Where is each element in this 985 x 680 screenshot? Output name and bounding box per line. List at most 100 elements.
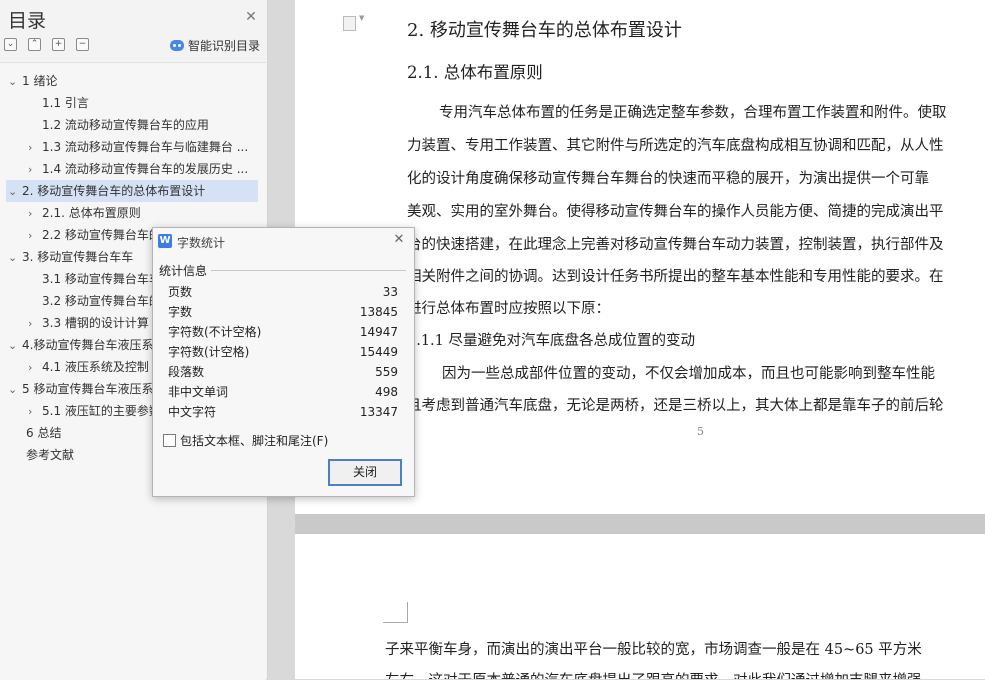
stat-value: 498 [375, 385, 398, 399]
chevron-down-icon[interactable]: ⌄ [8, 71, 22, 92]
toc-item[interactable]: ⌄ 5 移动宣传舞台车液压系 [8, 378, 152, 400]
toc-item[interactable]: › 2.2 移动宣传舞台车的 [28, 224, 152, 246]
heading-2: 2. 移动宣传舞台车的总体布置设计 [407, 20, 682, 41]
heading-2-1: 2.1. 总体布置原则 [407, 63, 543, 82]
toc-item[interactable]: › 5.1 液压缸的主要参数 [28, 400, 152, 422]
close-icon[interactable]: ✕ [392, 233, 406, 247]
stat-row: 中文字符 13347 [168, 402, 398, 422]
toc-item-label: 3.2 移动宣传舞台车的 [42, 294, 152, 308]
stat-value: 15449 [359, 345, 398, 359]
toc-item-label: 1.3 流动移动宣传舞台车与临建舞台 ... [42, 140, 249, 154]
toc-item-label: 1.1 引言 [42, 96, 89, 110]
stat-row: 字数 13845 [168, 302, 398, 322]
chevron-down-icon[interactable]: ⌄ [8, 247, 22, 268]
chevron-right-icon[interactable]: › [28, 159, 42, 180]
chevron-right-icon[interactable]: › [28, 357, 42, 378]
toc-item-label: 2. 移动宣传舞台车的总体布置设计 [22, 184, 206, 198]
toc-item-selected[interactable]: ⌄ 2. 移动宣传舞台车的总体布置设计 [6, 180, 258, 202]
paragraph-line: 因为一些总成部件位置的变动，不仅会增加成本，而且也可能影响到整车性能 [442, 366, 935, 382]
toc-item[interactable]: › 3.3 槽钢的设计计算 [28, 312, 152, 334]
page-gap [295, 514, 985, 533]
stat-value: 13347 [359, 405, 398, 419]
toc-item-label: 5 移动宣传舞台车液压系 [22, 382, 152, 396]
toc-item-label: 5.1 液压缸的主要参数 [42, 404, 152, 418]
robot-icon [170, 40, 184, 51]
toc-item-label: 2.2 移动宣传舞台车的 [42, 228, 152, 242]
divider [211, 270, 406, 271]
chevron-right-icon[interactable]: › [28, 137, 42, 158]
checkbox-label[interactable]: 包括文本框、脚注和尾注(F) [180, 432, 328, 449]
toc-item[interactable]: 3.1 移动宣传舞台车车 [28, 268, 152, 290]
stat-label: 页数 [168, 285, 193, 299]
word-count-dialog: W 字数统计 ✕ 统计信息 页数 33 字数 13845 字符数(不计空格) 1… [152, 227, 415, 497]
toc-item-label: 3.1 移动宣传舞台车车 [42, 272, 152, 286]
expand-all-icon[interactable]: ⌃ [28, 38, 41, 51]
toc-item-label: 4.1 液压系统及控制 [42, 360, 149, 374]
dialog-titlebar[interactable]: W 字数统计 ✕ [153, 228, 414, 254]
stat-label: 非中文单词 [168, 385, 229, 399]
toc-item-label: 1 绪论 [22, 74, 58, 88]
stat-label: 字符数(计空格) [168, 345, 250, 359]
paragraph-line: 进行总体布置时应按照以下原： [407, 301, 610, 317]
chevron-right-icon[interactable]: › [28, 203, 42, 224]
stat-row: 字符数(计空格) 15449 [168, 342, 398, 362]
toc-item[interactable]: › 4.1 液压系统及控制 [28, 356, 152, 378]
smart-toc-label: 智能识别目录 [188, 39, 261, 53]
paragraph-line: 相关附件之间的协调。达到设计任务书所提出的整车基本性能和专用性能的要求。在 [407, 269, 944, 285]
add-heading-icon[interactable]: + [52, 38, 65, 51]
stat-value: 559 [375, 365, 398, 379]
stat-value: 13845 [359, 305, 398, 319]
toc-item[interactable]: ⌄ 1 绪论 [8, 70, 258, 92]
remove-heading-icon[interactable]: − [76, 38, 89, 51]
wps-logo-icon: W [158, 234, 172, 248]
toc-item[interactable]: 1.1 引言 [28, 92, 258, 114]
stat-label: 段落数 [168, 365, 205, 379]
margin-corner-mark [383, 602, 408, 623]
toc-item[interactable]: 3.2 移动宣传舞台车的 [28, 290, 152, 312]
dialog-title: 字数统计 [177, 236, 226, 250]
close-button[interactable]: 关闭 [328, 459, 402, 486]
stat-row: 字符数(不计空格) 14947 [168, 322, 398, 342]
stat-row: 段落数 559 [168, 362, 398, 382]
document-page[interactable]: 子来平衡车身，而演出的演出平台一般比较的宽，市场调查一般是在 45~65 平方米… [295, 533, 985, 679]
toc-item[interactable]: 1.2 流动移动宣传舞台车的应用 [28, 114, 258, 136]
paragraph-line: 且考虑到普通汽车底盘，无论是两桥，还是三桥以上，其大体上都是靠车子的前后轮 [407, 398, 944, 414]
toc-item[interactable]: ⌄ 4.移动宣传舞台车液压系 [8, 334, 152, 356]
paragraph-line: 力装置、专用工作装置、其它附件与所选定的汽车底盘构成相互协调和匹配，从人性 [407, 138, 944, 154]
include-textbox-footnote-checkbox[interactable] [163, 434, 176, 447]
stat-row: 非中文单词 498 [168, 382, 398, 402]
group-label: 统计信息 [159, 264, 208, 278]
paragraph-line: 专用汽车总体布置的任务是正确选定整车参数，合理布置工作装置和附件。使取 [439, 105, 947, 121]
close-icon[interactable]: ✕ [243, 9, 259, 25]
chevron-down-icon[interactable]: ⌄ [8, 181, 22, 202]
collapse-all-icon[interactable]: ⌄ [4, 38, 17, 51]
toc-item[interactable]: › 1.4 流动移动宣传舞台车的发展历史 ... [28, 158, 258, 180]
toc-item[interactable]: ⌄ 3. 移动宣传舞台车车 [8, 246, 152, 268]
chevron-down-icon[interactable]: ⌄ [8, 379, 22, 400]
toc-item-label: 6 总结 [26, 426, 62, 440]
toc-item[interactable]: › 2.1. 总体布置原则 [28, 202, 258, 224]
toc-item-label: 3.3 槽钢的设计计算 [42, 316, 149, 330]
chevron-down-icon[interactable]: ⌄ [8, 335, 22, 356]
paragraph-line: 子来平衡车身，而演出的演出平台一般比较的宽，市场调查一般是在 45~65 平方米 [385, 642, 922, 658]
dropdown-arrow-icon[interactable]: ▼ [359, 14, 364, 22]
toc-title: 目录 [8, 10, 47, 32]
toc-item-label: 参考文献 [26, 448, 75, 462]
smart-toc-button[interactable]: 智能识别目录 [170, 37, 260, 54]
stat-value: 14947 [359, 325, 398, 339]
stat-value: 33 [382, 285, 398, 299]
stat-row: 页数 33 [168, 282, 398, 302]
toc-item-label: 4.移动宣传舞台车液压系 [22, 338, 152, 352]
page-number: 5 [697, 425, 704, 438]
toc-item-label: 1.4 流动移动宣传舞台车的发展历史 ... [42, 162, 249, 176]
document-icon[interactable] [343, 16, 356, 31]
chevron-right-icon[interactable]: › [28, 313, 42, 334]
heading-2-1-1: 2.1.1 尽量避免对汽车底盘各总成位置的变动 [407, 333, 696, 349]
toc-item-label: 2.1. 总体布置原则 [42, 206, 141, 220]
stat-label: 字符数(不计空格) [168, 325, 262, 339]
paragraph-line: 台的快速搭建，在此理念上完善对移动宣传舞台车动力装置，控制装置，执行部件及 [407, 237, 944, 253]
stat-label: 字数 [168, 305, 193, 319]
chevron-right-icon[interactable]: › [28, 225, 42, 246]
toc-item[interactable]: › 1.3 流动移动宣传舞台车与临建舞台 ... [28, 136, 258, 158]
chevron-right-icon[interactable]: › [28, 401, 42, 422]
